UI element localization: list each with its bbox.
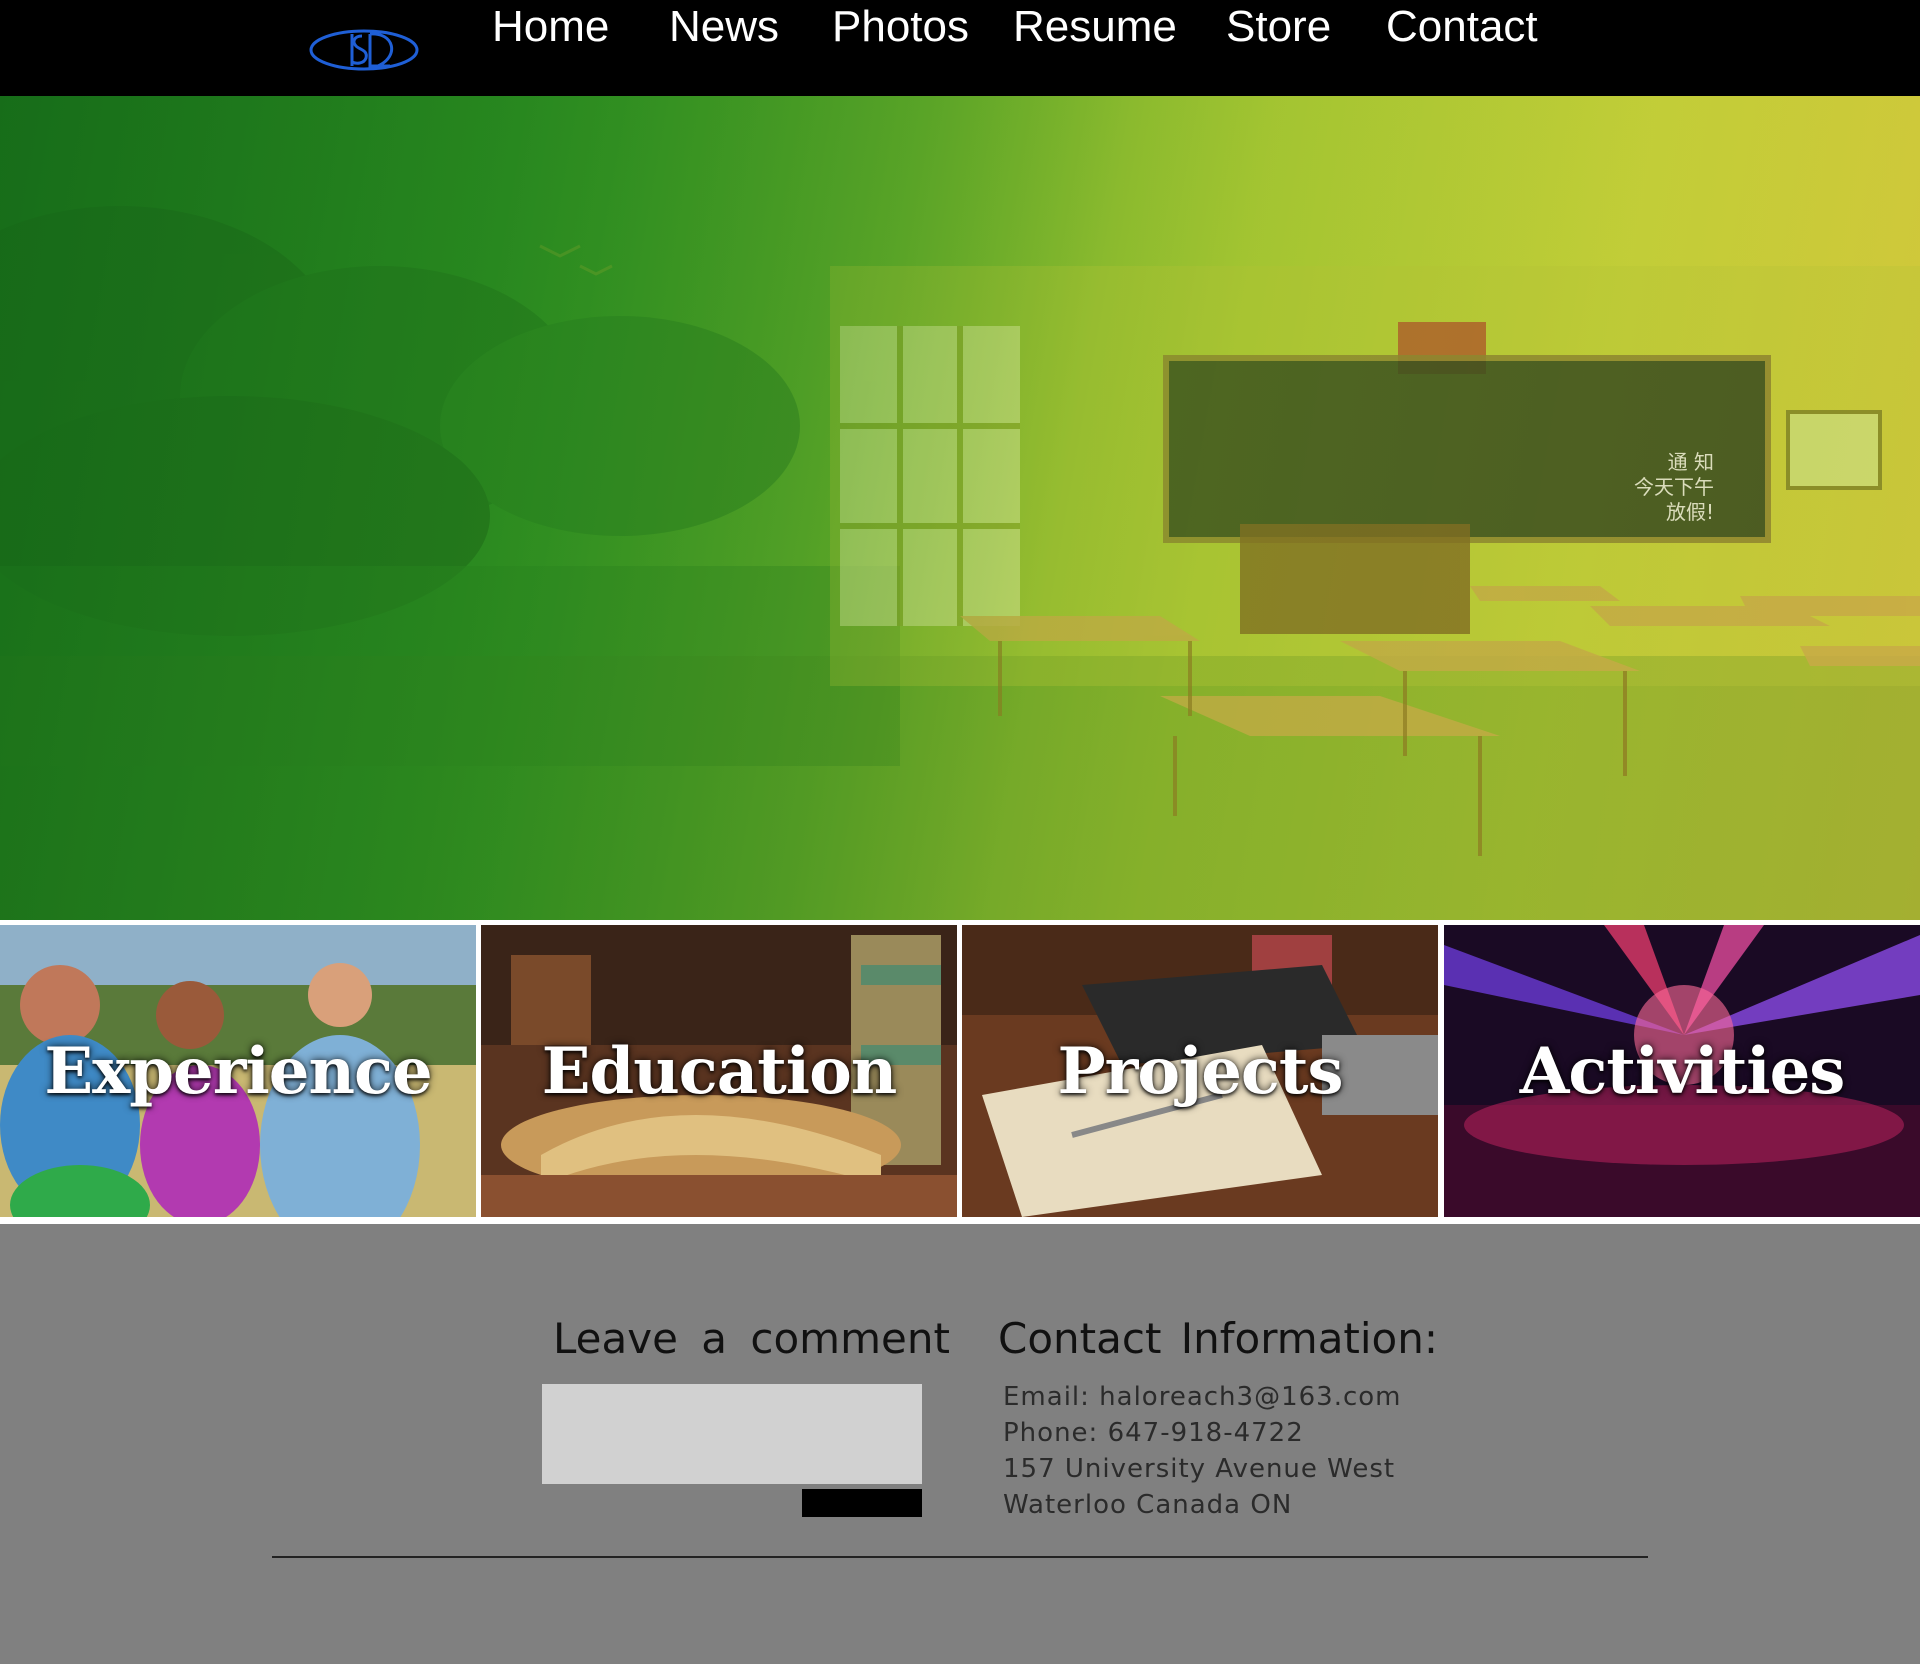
contact-email: Email: haloreach3@163.com: [1003, 1382, 1402, 1412]
nav-contact-link[interactable]: Contact: [1386, 0, 1538, 94]
comment-input[interactable]: [542, 1384, 922, 1484]
comment-submit-button[interactable]: [802, 1489, 922, 1517]
nav-home-link[interactable]: Home: [492, 0, 609, 94]
sl-logo-icon[interactable]: [308, 26, 420, 74]
top-navigation-bar: Home News Photos Resume Store Contact: [0, 0, 1920, 96]
tile-activities[interactable]: Activities: [1444, 925, 1920, 1217]
chalkboard-line: 放假!: [1665, 500, 1714, 524]
contact-address-line1: 157 University Avenue West: [1003, 1454, 1396, 1484]
comment-section-title: Leave a comment: [553, 1314, 950, 1363]
tile-experience[interactable]: Experience: [0, 925, 476, 1217]
tile-experience-label: Experience: [44, 1033, 432, 1109]
footer-divider: [272, 1556, 1648, 1558]
chalkboard-line: 今天下午: [1634, 475, 1714, 499]
tile-education[interactable]: Education: [481, 925, 957, 1217]
nav-news-link[interactable]: News: [669, 0, 779, 94]
nav-resume-link[interactable]: Resume: [1013, 0, 1177, 94]
hero-banner: 通 知 今天下午 放假!: [0, 96, 1920, 920]
footer: Leave a comment Contact Information: Ema…: [0, 1224, 1920, 1664]
nav-store-link[interactable]: Store: [1226, 0, 1331, 94]
chalkboard-line: 通 知: [1667, 450, 1714, 474]
tile-activities-label: Activities: [1519, 1033, 1846, 1109]
hero-gradient-overlay: [0, 96, 1920, 920]
tile-projects[interactable]: Projects: [962, 925, 1438, 1217]
contact-section-title: Contact Information:: [998, 1314, 1439, 1363]
category-tiles: Experience Education Projects Activities: [0, 920, 1920, 1224]
contact-address-line2: Waterloo Canada ON: [1003, 1490, 1293, 1520]
tile-projects-label: Projects: [1057, 1033, 1344, 1109]
chalkboard-text: 通 知 今天下午 放假!: [1634, 450, 1714, 525]
tile-education-label: Education: [541, 1033, 898, 1109]
nav-photos-link[interactable]: Photos: [832, 0, 969, 94]
contact-phone: Phone: 647-918-4722: [1003, 1418, 1304, 1448]
